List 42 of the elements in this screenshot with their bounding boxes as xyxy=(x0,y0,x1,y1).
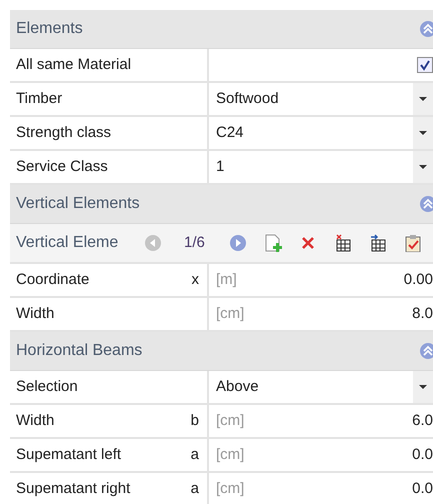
symbol-label: a xyxy=(190,478,199,499)
property-label: Width xyxy=(16,304,54,324)
next-button[interactable] xyxy=(228,234,247,252)
value-text: 0.0 xyxy=(412,478,433,499)
property-label: Supematant right xyxy=(16,478,130,499)
value-text: 0.0 xyxy=(412,444,433,465)
unit-label: [cm] xyxy=(216,478,244,499)
value-text: 0.00 xyxy=(404,270,433,290)
symbol-label: b xyxy=(190,410,199,431)
grid-icon[interactable] xyxy=(334,234,352,252)
collapse-icon[interactable] xyxy=(419,342,433,360)
unit-label: [cm] xyxy=(216,444,244,465)
property-label: Strength class xyxy=(16,122,112,143)
dropdown-value: C24 xyxy=(216,122,244,143)
unit-label: [m] xyxy=(216,270,237,290)
symbol-label: a xyxy=(190,444,199,465)
collapse-icon[interactable] xyxy=(419,20,433,38)
property-label: Width xyxy=(16,410,54,431)
checkbox[interactable] xyxy=(417,57,433,73)
section-title: Horizontal Beams xyxy=(16,341,142,361)
property-label: Service Class xyxy=(16,156,108,177)
value-text: 8.0 xyxy=(412,304,433,324)
grid-icon[interactable] xyxy=(368,234,387,252)
property-label: All same Material xyxy=(16,54,132,75)
value-text: 6.0 xyxy=(412,410,433,431)
section-title: Elements xyxy=(16,19,83,39)
unit-label: [cm] xyxy=(216,410,244,431)
position-counter: 1/6 xyxy=(184,232,205,253)
property-label: Supematant left xyxy=(16,444,122,465)
collapse-icon[interactable] xyxy=(419,195,433,213)
dropdown-value: Softwood xyxy=(216,88,279,109)
unit-label: [cm] xyxy=(216,304,244,324)
dropdown-value: Above xyxy=(216,376,259,397)
symbol-label: x xyxy=(192,270,199,290)
property-label: Selection xyxy=(16,376,78,397)
section-title: Vertical Elements xyxy=(16,194,140,214)
dropdown-value: 1 xyxy=(216,156,224,177)
property-label: Coordinate xyxy=(16,270,90,290)
property-label: Timber xyxy=(16,88,62,109)
navigator-label: Vertical Eleme xyxy=(16,233,120,253)
add-icon[interactable] xyxy=(264,234,282,252)
clipboard-icon[interactable] xyxy=(404,234,422,252)
